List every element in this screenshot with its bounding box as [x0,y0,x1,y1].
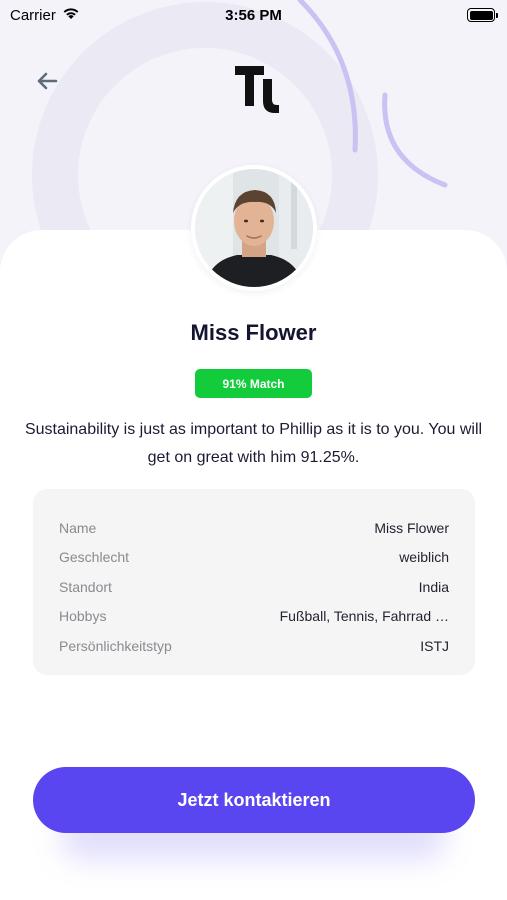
info-value: India [418,578,449,595]
contact-button[interactable]: Jetzt kontaktieren [33,767,475,833]
info-value: weiblich [399,549,449,566]
profile-info-box: Name Miss Flower Geschlecht weiblich Sta… [33,489,475,675]
carrier-label: Carrier [10,6,56,24]
back-button[interactable] [28,62,66,100]
wifi-icon [62,6,80,24]
match-description: Sustainability is just as important to P… [24,421,483,466]
status-bar: Carrier 3:56 PM [0,0,507,30]
match-badge: 91% Match [195,369,312,398]
app-logo-icon [232,62,282,116]
info-label: Geschlecht [59,549,130,566]
info-value: Fußball, Tennis, Fahrrad … [279,608,449,625]
info-label: Hobbys [59,608,107,625]
info-label: Standort [59,578,112,595]
info-row-personality: Persönlichkeitstyp ISTJ [59,631,449,661]
info-row-gender: Geschlecht weiblich [59,543,449,573]
info-row-location: Standort India [59,572,449,602]
info-label: Persönlichkeitstyp [59,637,172,654]
arrow-left-icon [37,72,58,90]
profile-name: Miss Flower [190,320,317,345]
info-value: Miss Flower [374,519,449,536]
battery-icon [467,8,498,22]
info-value: ISTJ [420,637,449,654]
avatar [191,165,317,291]
info-row-hobbies: Hobbys Fußball, Tennis, Fahrrad … [59,602,449,632]
info-row-name: Name Miss Flower [59,513,449,543]
info-label: Name [59,519,97,536]
